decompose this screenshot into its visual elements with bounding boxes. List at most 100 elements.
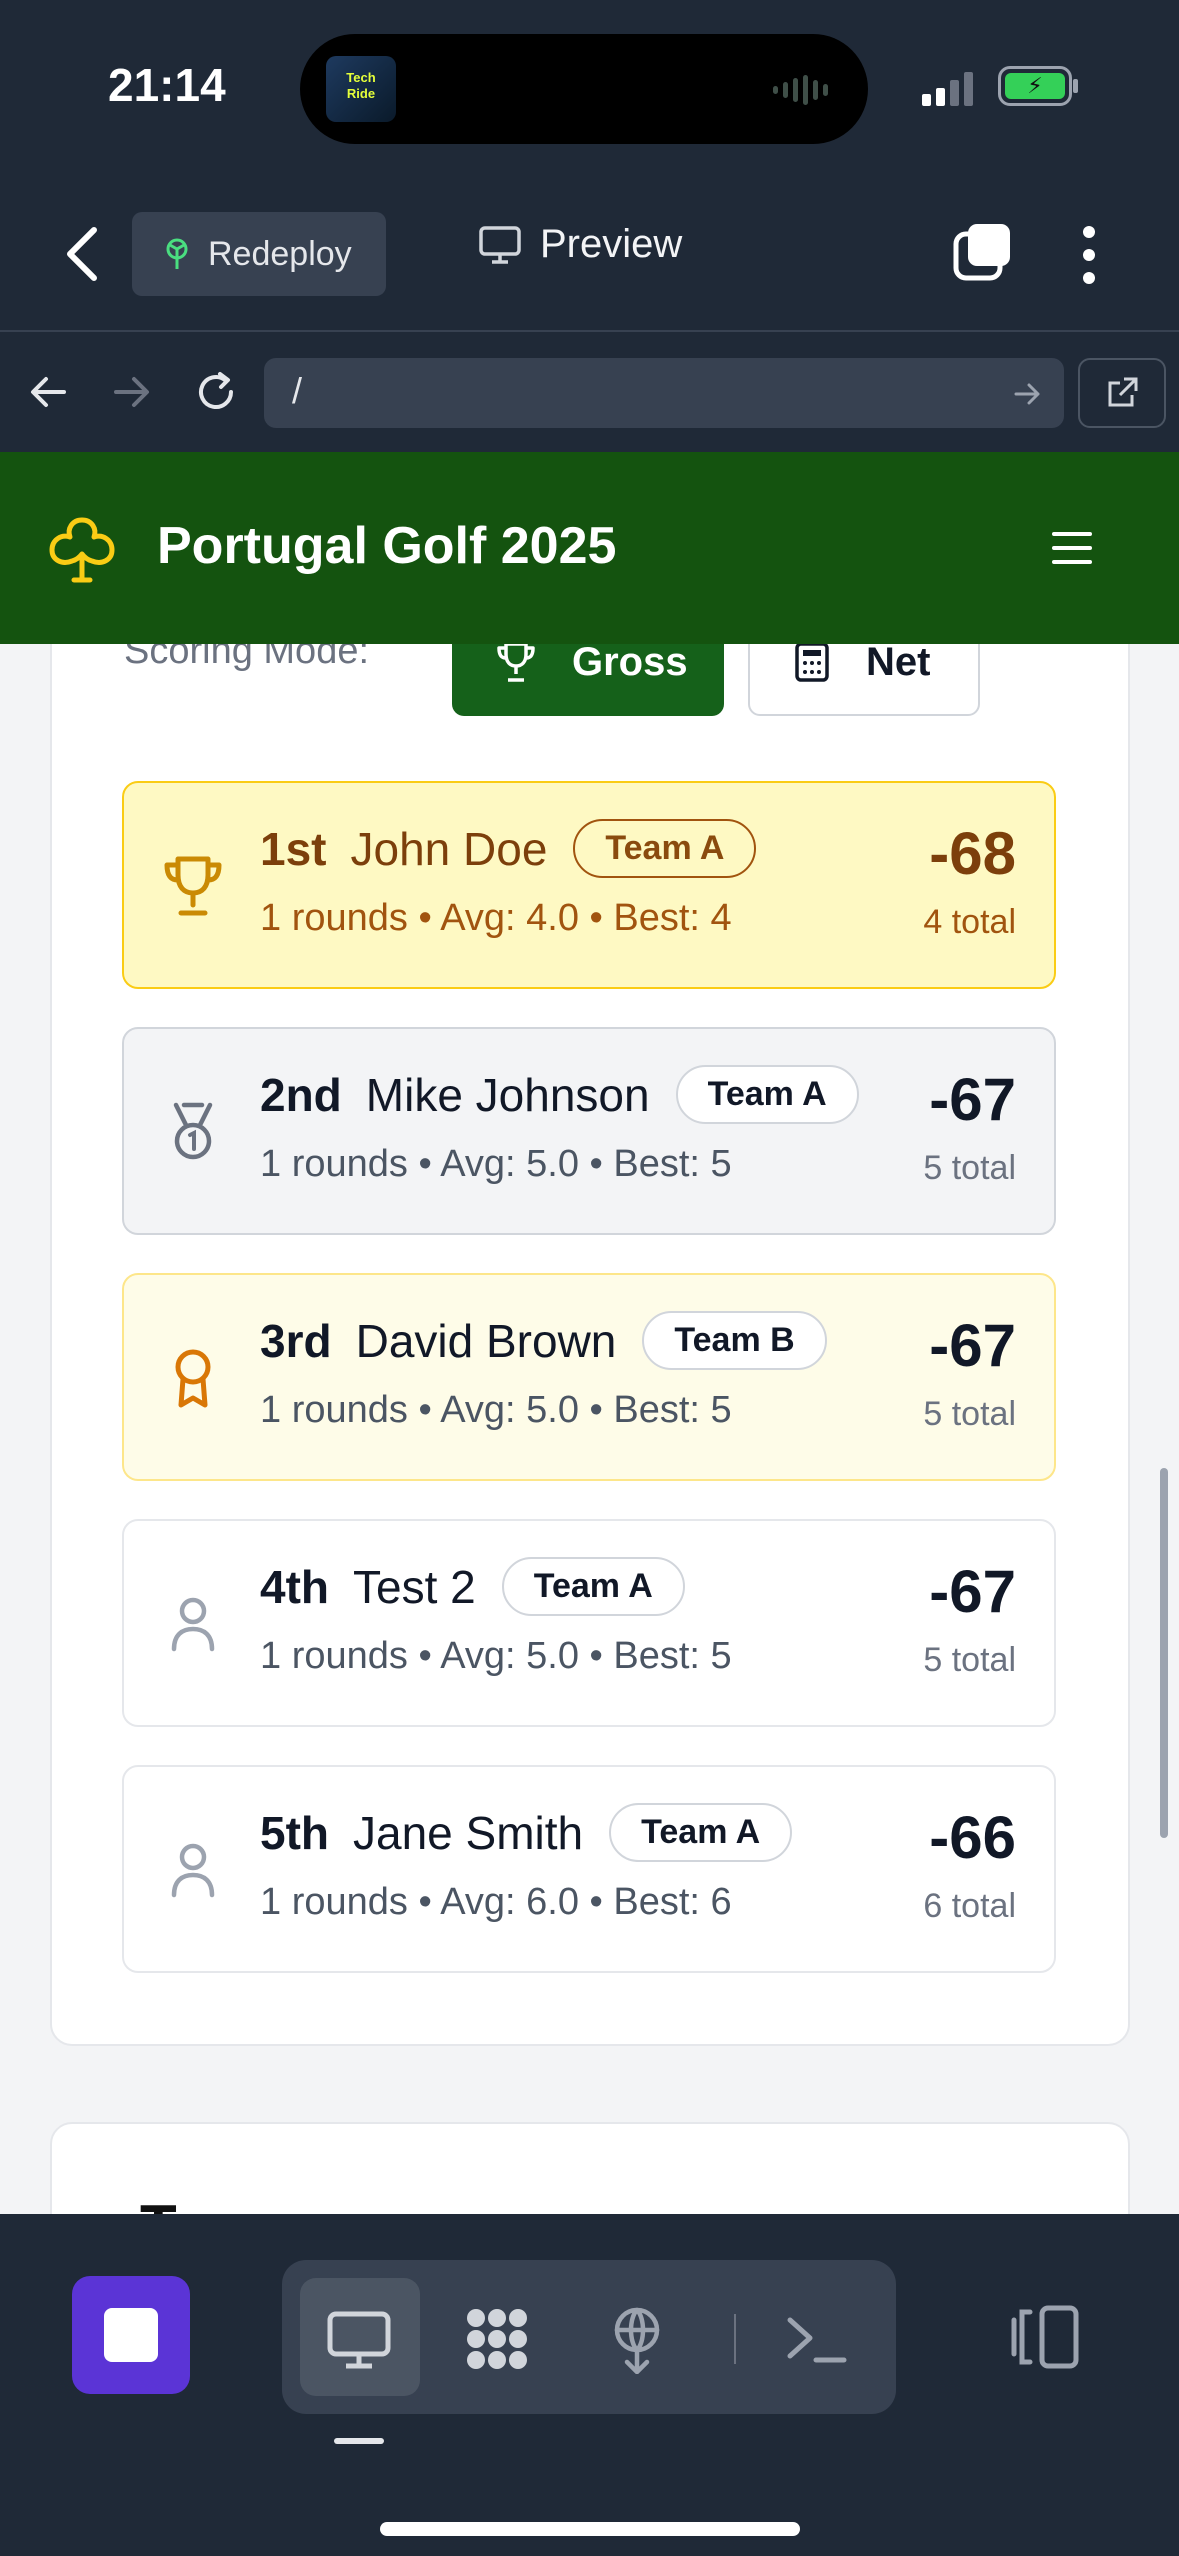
hamburger-menu-icon[interactable] <box>1052 528 1092 568</box>
team-badge: Team B <box>642 1311 827 1370</box>
player-name: Test 2 <box>353 1560 476 1613</box>
external-link-icon <box>1108 377 1138 407</box>
open-external-button[interactable] <box>1078 358 1166 428</box>
average: Avg: 6.0 <box>440 1881 579 1923</box>
player-name: John Doe <box>350 822 548 875</box>
more-options-icon[interactable] <box>1080 226 1098 284</box>
preview-tab[interactable]: Preview <box>478 222 682 267</box>
medal-icon <box>173 1102 213 1160</box>
stop-button[interactable] <box>72 2276 190 2394</box>
leaderboard-row[interactable]: 3rd David Brown Team B 1 rounds • Avg: 5… <box>122 1273 1056 1481</box>
preview-label: Preview <box>540 222 683 266</box>
side-panel-icon[interactable] <box>1008 2302 1082 2372</box>
now-playing-artwork: Tech Ride <box>326 56 396 122</box>
score: -67 <box>929 1312 1016 1379</box>
best: Best: 5 <box>613 1389 732 1431</box>
terminal-icon[interactable] <box>782 2304 852 2374</box>
rounds: 1 rounds <box>260 897 408 939</box>
apps-grid-icon[interactable] <box>462 2304 532 2374</box>
ide-top-bar: 21:14 Tech Ride ⚡ Redeploy Preview <box>0 0 1179 330</box>
total-strokes: 6 total <box>923 1887 1016 1925</box>
monitor-icon[interactable] <box>324 2304 394 2374</box>
url-text: / <box>292 370 303 411</box>
team-badge: Team A <box>675 1065 859 1124</box>
url-input[interactable]: / <box>264 358 1064 428</box>
next-section-card <box>50 2122 1130 2214</box>
net-mode-button[interactable]: Net <box>748 644 980 716</box>
total-strokes: 4 total <box>923 903 1016 941</box>
deploy-icon <box>166 238 188 269</box>
url-bar: / <box>0 330 1179 452</box>
position: 4th <box>260 1560 329 1613</box>
arrow-right-icon[interactable] <box>110 370 154 414</box>
home-indicator[interactable] <box>380 2522 800 2536</box>
average: Avg: 5.0 <box>440 1635 579 1677</box>
rounds: 1 rounds <box>260 1389 408 1431</box>
monitor-icon <box>479 225 521 264</box>
chevron-left-icon[interactable] <box>62 226 102 282</box>
trophy-icon <box>497 644 535 682</box>
reload-icon[interactable] <box>194 370 238 414</box>
score: -67 <box>929 1066 1016 1133</box>
next-section-heading: T <box>140 2192 177 2214</box>
scoring-mode-label: Scoring Mode: <box>124 644 370 672</box>
total-strokes: 5 total <box>923 1395 1016 1433</box>
tabs-icon[interactable] <box>952 222 1012 282</box>
stop-icon <box>104 2308 158 2362</box>
active-tab-indicator <box>334 2438 384 2444</box>
battery-icon: ⚡ <box>998 66 1078 106</box>
go-arrow-icon[interactable] <box>1012 378 1044 410</box>
gross-label: Gross <box>572 644 688 684</box>
audio-wave-icon <box>773 74 828 106</box>
score: -67 <box>929 1558 1016 1625</box>
rounds: 1 rounds <box>260 1881 408 1923</box>
average: Avg: 5.0 <box>440 1389 579 1431</box>
rounds: 1 rounds <box>260 1143 408 1185</box>
team-badge: Team A <box>501 1557 685 1616</box>
best: Best: 5 <box>613 1143 732 1185</box>
player-name: Jane Smith <box>353 1806 584 1859</box>
main-content[interactable]: Scoring Mode: Gross Net 1st John Doe Tea… <box>0 644 1179 2214</box>
position: 5th <box>260 1806 329 1859</box>
best: Best: 6 <box>613 1881 732 1923</box>
arrow-left-icon[interactable] <box>26 370 70 414</box>
signal-icon <box>922 68 973 106</box>
leaderboard-row[interactable]: 4th Test 2 Team A 1 rounds • Avg: 5.0 • … <box>122 1519 1056 1727</box>
scrollbar[interactable] <box>1160 1468 1168 1838</box>
trophy-icon <box>164 856 222 916</box>
team-badge: Team A <box>573 819 757 878</box>
score: -66 <box>929 1804 1016 1871</box>
position: 1st <box>260 822 327 875</box>
award-icon <box>175 1349 211 1408</box>
position: 2nd <box>260 1068 342 1121</box>
user-icon <box>171 1843 215 1898</box>
bottom-dock <box>0 2214 1179 2556</box>
average: Avg: 4.0 <box>440 897 579 939</box>
dynamic-island[interactable]: Tech Ride <box>300 34 868 144</box>
gross-mode-button[interactable]: Gross <box>452 644 724 716</box>
average: Avg: 5.0 <box>440 1143 579 1185</box>
status-time: 21:14 <box>108 59 226 111</box>
rounds: 1 rounds <box>260 1635 408 1677</box>
player-name: Mike Johnson <box>365 1068 650 1121</box>
leaderboard-row[interactable]: 2nd Mike Johnson Team A 1 rounds • Avg: … <box>122 1027 1056 1235</box>
net-label: Net <box>866 644 931 684</box>
leaderboard-row[interactable]: 5th Jane Smith Team A 1 rounds • Avg: 6.… <box>122 1765 1056 1973</box>
calculator-icon <box>795 644 829 682</box>
best: Best: 5 <box>613 1635 732 1677</box>
score: -68 <box>929 820 1016 887</box>
player-name: David Brown <box>355 1314 617 1367</box>
redeploy-button[interactable]: Redeploy <box>132 212 386 296</box>
best: Best: 4 <box>613 897 732 939</box>
app-header: Portugal Golf 2025 <box>0 452 1179 644</box>
user-icon <box>171 1597 215 1652</box>
app-title: Portugal Golf 2025 <box>157 517 617 575</box>
position: 3rd <box>260 1314 332 1367</box>
dock-separator <box>734 2314 736 2364</box>
clover-icon <box>49 517 115 583</box>
total-strokes: 5 total <box>923 1149 1016 1187</box>
total-strokes: 5 total <box>923 1641 1016 1679</box>
dock-tool-group <box>282 2260 896 2414</box>
leaderboard-row[interactable]: 1st John Doe Team A 1 rounds • Avg: 4.0 … <box>122 781 1056 989</box>
deploy-icon[interactable] <box>602 2304 672 2374</box>
